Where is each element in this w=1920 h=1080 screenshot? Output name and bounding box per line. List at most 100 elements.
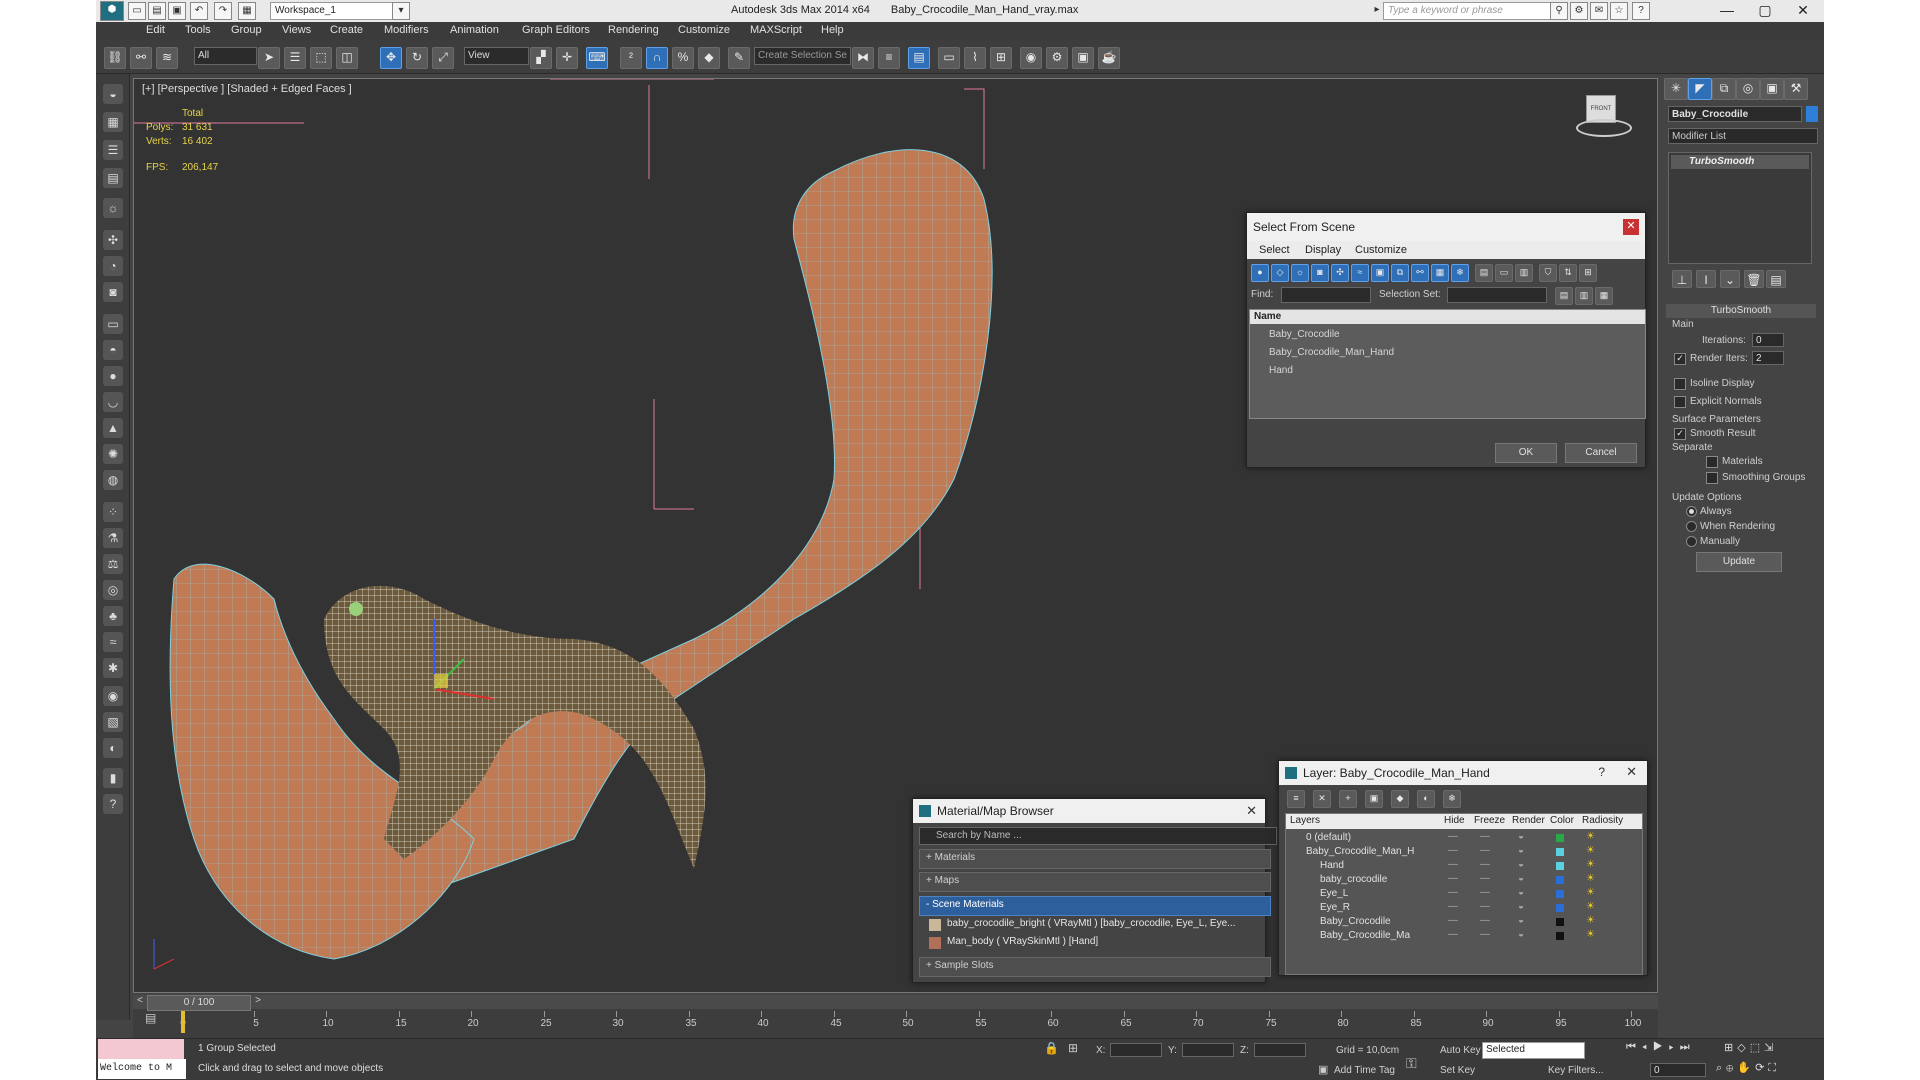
app-logo-icon[interactable]: ⬢ [100,1,124,21]
menu-help[interactable]: Help [821,24,844,36]
column-hide[interactable]: Hide [1444,815,1465,826]
render-toggle-icon[interactable]: ◒ [1518,887,1524,898]
menu-modifiers[interactable]: Modifiers [384,24,429,36]
stack-item-turbosmooth[interactable]: TurboSmooth [1671,155,1809,169]
next-key-icon[interactable]: ▸ [1669,1041,1680,1053]
layer-row[interactable]: Hand — — ◒ ☀ [1286,859,1642,873]
menu-edit[interactable]: Edit [146,24,165,36]
layer-color-swatch[interactable] [1556,932,1564,940]
render-toggle-icon[interactable]: ◒ [1518,845,1524,856]
menu-views[interactable]: Views [282,24,311,36]
list-icon[interactable]: ☰ [103,140,123,160]
add-to-layer-icon[interactable]: + [1339,790,1357,808]
close-icon[interactable]: ✕ [1623,219,1639,235]
render-toggle-icon[interactable]: ◒ [1518,873,1524,884]
selection-filter-dropdown[interactable]: All [194,47,257,65]
menu-customize[interactable]: Customize [678,24,730,36]
freeze-toggle-icon[interactable]: — [1480,887,1490,898]
key-filters-button[interactable]: Key Filters... [1548,1065,1604,1076]
rectangular-selection-icon[interactable]: ⬚ [310,47,332,69]
favorites-star-icon[interactable]: ☆ [1610,2,1628,20]
render-toggle-icon[interactable]: ◒ [1518,901,1524,912]
name-column-header[interactable]: Name [1250,310,1645,324]
layer-row[interactable]: Baby_Crocodile_Ma — — ◒ ☀ [1286,929,1642,943]
cone-icon[interactable]: ▲ [103,418,123,438]
smoothing-groups-checkbox[interactable] [1706,472,1718,484]
fur-icon[interactable]: ✱ [103,658,123,678]
select-none-icon[interactable]: ▭ [1495,264,1513,282]
key-icon[interactable]: ⚿ [1406,1055,1417,1072]
radiosity-toggle-icon[interactable]: ☀ [1586,901,1595,912]
gold-sphere-icon[interactable]: ◍ [103,470,123,490]
material-editor-icon[interactable]: ◉ [1020,47,1042,69]
render-iters-spinner[interactable] [1752,351,1784,365]
timeline-ruler[interactable]: 0510152025303540455055606570758085909510… [180,1011,1651,1033]
hide-toggle-icon[interactable]: — [1448,831,1458,842]
render-toggle-icon[interactable]: ◒ [1518,831,1524,842]
zoom-all-icon[interactable]: ⊕ [1726,1062,1737,1074]
viewport-label[interactable]: [+] [Perspective ] [Shaded + Edged Faces… [142,83,352,95]
radiosity-toggle-icon[interactable]: ☀ [1586,887,1595,898]
plant-icon[interactable]: ♣ [103,606,123,626]
material-search-input[interactable]: Search by Name ... [919,827,1277,845]
maximize-icon[interactable]: ▢ [1748,0,1782,22]
delete-layer-icon[interactable]: ✕ [1313,790,1331,808]
layer-name[interactable]: Eye_R [1320,902,1350,913]
scene-materials-group[interactable]: - Scene Materials [919,896,1271,916]
dome-icon[interactable]: ◓ [103,340,123,360]
iterations-spinner[interactable] [1752,333,1784,347]
explicit-normals-checkbox[interactable] [1674,396,1686,408]
auto-key-button[interactable]: Auto Key [1440,1045,1481,1056]
time-tag-icon[interactable]: ▣ [1318,1063,1328,1076]
display-xrefs-icon[interactable]: ⧉ [1391,264,1409,282]
isoline-checkbox[interactable] [1674,378,1686,390]
radiosity-toggle-icon[interactable]: ☀ [1586,915,1595,926]
display-containers-icon[interactable]: ▦ [1431,264,1449,282]
percent-snap-icon[interactable]: % [672,47,694,69]
ok-button[interactable]: OK [1495,443,1557,463]
pin-stack-icon[interactable]: ⊥ [1672,270,1692,288]
render-toggle-icon[interactable]: ◒ [1518,929,1524,940]
plane-icon[interactable]: ▭ [103,314,123,334]
new-layer-icon[interactable]: ≡ [1287,790,1305,808]
previous-frame-icon[interactable]: < [133,995,147,1009]
object-name-field[interactable]: Baby_Crocodile [1668,106,1802,122]
freeze-toggle-icon[interactable]: — [1480,845,1490,856]
freeze-toggle-icon[interactable]: — [1480,901,1490,912]
key-mode-dropdown[interactable]: Selected [1482,1042,1585,1059]
select-object-icon[interactable]: ➤ [258,47,280,69]
radiosity-toggle-icon[interactable]: ☀ [1586,873,1595,884]
project-folder-icon[interactable]: ▦ [238,2,256,20]
blue-sphere-icon[interactable]: ◉ [103,686,123,706]
open-file-icon[interactable]: ▤ [148,2,166,20]
select-all-icon[interactable]: ▤ [1475,264,1493,282]
redo-icon[interactable]: ↷ [214,2,232,20]
lock-selection-icon[interactable]: 🔒 [1044,1041,1059,1055]
freeze-toggle-icon[interactable]: — [1480,831,1490,842]
light-bulb-icon[interactable]: ☼ [103,198,123,218]
column-freeze[interactable]: Freeze [1474,815,1505,826]
display-cameras-icon[interactable]: ◙ [1311,264,1329,282]
hide-toggle-icon[interactable]: — [1448,929,1458,940]
close-icon[interactable]: ✕ [1246,803,1257,819]
layer-name[interactable]: Baby_Crocodile_Man_H [1306,846,1414,857]
teapot-icon[interactable]: ◒ [103,84,123,104]
hide-toggle-icon[interactable]: — [1448,887,1458,898]
hide-toggle-icon[interactable]: — [1448,915,1458,926]
menu-maxscript[interactable]: MAXScript [750,24,802,36]
pipette-icon[interactable]: ⚗ [103,528,123,548]
speaker-icon[interactable]: ◔ [103,256,123,276]
scale-icon[interactable]: ⚖ [103,554,123,574]
menu-rendering[interactable]: Rendering [608,24,659,36]
layer-row[interactable]: baby_crocodile — — ◒ ☀ [1286,873,1642,887]
column-color[interactable]: Color [1550,815,1574,826]
sphere-icon[interactable]: ● [103,366,123,386]
help-icon[interactable]: ? [1598,765,1605,779]
subscription-icon[interactable]: ⚙ [1570,2,1588,20]
radiosity-toggle-icon[interactable]: ☀ [1586,929,1595,940]
remove-from-set-icon[interactable]: ▦ [1595,287,1613,305]
layer-color-swatch[interactable] [1556,918,1564,926]
column-radiosity[interactable]: Radiosity [1582,815,1623,826]
utilities-tab-icon[interactable]: ⚒ [1784,78,1808,100]
help-icon[interactable]: ? [1632,2,1650,20]
